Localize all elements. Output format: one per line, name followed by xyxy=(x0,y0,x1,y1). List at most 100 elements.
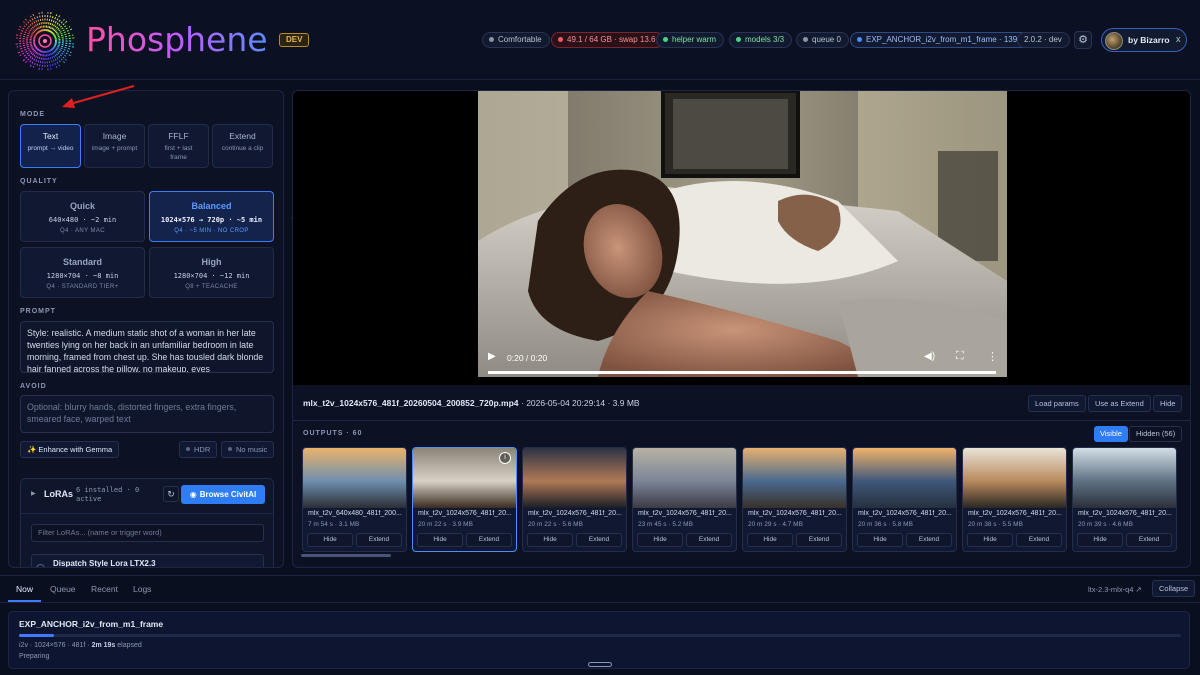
more-options-icon[interactable]: ⋮ xyxy=(987,350,998,363)
globe-icon: ◉ xyxy=(189,490,197,499)
queue-chip[interactable]: queue 0 xyxy=(796,32,849,48)
thumbnail-image[interactable] xyxy=(523,448,626,508)
collapse-button[interactable]: Collapse xyxy=(1152,580,1196,597)
mode-subtitle: continue a clip xyxy=(221,145,264,152)
quality-balanced-button[interactable]: Balanced 1024×576 → 720p · ~5 min Q4 · ~… xyxy=(149,191,274,242)
lora-name: Dispatch Style Lora LTX2.3 xyxy=(53,559,156,568)
tab-hidden[interactable]: Hidden (56) xyxy=(1129,426,1183,442)
output-thumbnail-card[interactable]: mlx_t2v_1024x576_481f_20... 20 m 22 s · 5… xyxy=(522,447,627,552)
quality-meta: 1024×576 → 720p · ~5 min xyxy=(160,216,263,224)
music-toggle[interactable]: No music xyxy=(221,441,275,458)
hide-file-button[interactable]: Hide xyxy=(1153,395,1183,412)
helper-chip-label: helper warm xyxy=(672,35,717,44)
prompt-textarea[interactable]: Style: realistic. A medium static shot o… xyxy=(20,321,274,373)
thumbnail-meta: 23 m 45 s · 5.2 MB xyxy=(638,521,693,528)
density-chip[interactable]: Comfortable xyxy=(482,32,550,48)
thumbnail-meta: 20 m 38 s · 5.5 MB xyxy=(968,521,1023,528)
thumbnail-hide-button[interactable]: Hide xyxy=(637,533,683,547)
thumbnail-extend-button[interactable]: Extend xyxy=(576,533,622,547)
thumbnail-extend-button[interactable]: Extend xyxy=(796,533,842,547)
resize-handle[interactable] xyxy=(588,662,612,667)
output-thumbnail-card[interactable]: i mlx_t2v_1024x576_481f_20... 20 m 22 s · … xyxy=(412,447,517,552)
thumbnail-image[interactable] xyxy=(303,448,406,508)
thumbnail-extend-button[interactable]: Extend xyxy=(466,533,512,547)
tab-queue[interactable]: Queue xyxy=(50,584,76,594)
thumbnail-image[interactable] xyxy=(853,448,956,508)
thumbnail-hide-button[interactable]: Hide xyxy=(1077,533,1123,547)
avoid-textarea[interactable]: Optional: blurry hands, distorted finger… xyxy=(20,395,274,433)
settings-button[interactable]: ⚙ xyxy=(1074,31,1092,49)
output-thumbnail-card[interactable]: mlx_t2v_1024x576_481f_20... 20 m 29 s · 4… xyxy=(742,447,847,552)
quality-title: Balanced xyxy=(191,201,232,211)
tab-recent[interactable]: Recent xyxy=(91,584,118,594)
quality-standard-button[interactable]: Standard 1280×704 · ~8 min Q4 · STANDARD… xyxy=(20,247,145,298)
thumbnail-image[interactable] xyxy=(1073,448,1176,508)
output-thumbnail-card[interactable]: mlx_t2v_640x480_481f_200... 7 m 54 s · 3.… xyxy=(302,447,407,552)
thumbnail-hide-button[interactable]: Hide xyxy=(747,533,793,547)
video-seek-track[interactable] xyxy=(488,371,996,374)
thumbnail-extend-button[interactable]: Extend xyxy=(906,533,952,547)
chevron-right-icon[interactable]: ▶ xyxy=(31,490,36,497)
output-thumbnail-card[interactable]: mlx_t2v_1024x576_481f_20... 20 m 38 s · 5… xyxy=(962,447,1067,552)
video-frame[interactable] xyxy=(478,91,1007,377)
enhance-with-gemma-button[interactable]: ✨ Enhance with Gemma xyxy=(20,441,120,458)
tab-now[interactable]: Now xyxy=(16,584,33,594)
job-meta-prefix: i2v · 1024×576 · 481f · xyxy=(19,642,92,649)
thumbnail-hide-button[interactable]: Hide xyxy=(417,533,463,547)
thumbnail-hide-button[interactable]: Hide xyxy=(307,533,353,547)
mode-section-label: MODE xyxy=(20,111,45,118)
memory-chip[interactable]: 49.1 / 64 GB · swap 13.6 xyxy=(551,32,664,48)
output-thumbnail-card[interactable]: mlx_t2v_1024x576_481f_20... 20 m 39 s · 4… xyxy=(1072,447,1177,552)
thumbnail-hide-button[interactable]: Hide xyxy=(527,533,573,547)
thumbnail-name: mlx_t2v_640x480_481f_200... xyxy=(308,510,402,517)
quality-sub: Q8 + TEACACHE xyxy=(185,284,238,290)
browse-civitai-button[interactable]: ◉ Browse CivitAI xyxy=(181,485,265,504)
current-job-card: EXP_ANCHOR_i2v_from_m1_frame i2v · 1024×… xyxy=(8,611,1190,669)
refresh-icon: ↻ xyxy=(167,489,175,499)
loras-title: LoRAs xyxy=(44,489,73,499)
thumbnail-extend-button[interactable]: Extend xyxy=(356,533,402,547)
mode-title: Extend xyxy=(229,131,256,141)
active-job-chip[interactable]: EXP_ANCHOR_i2v_from_m1_frame · 139s xyxy=(850,32,1030,48)
models-chip[interactable]: models 3/3 xyxy=(729,32,793,48)
quality-quick-button[interactable]: Quick 640×480 · ~2 min Q4 · ANY MAC xyxy=(20,191,145,242)
helper-chip[interactable]: helper warm xyxy=(656,32,725,48)
annotation-arrow xyxy=(62,85,135,108)
mode-fflf-button[interactable]: FFLF first + last frame xyxy=(148,124,209,168)
thumbnail-extend-button[interactable]: Extend xyxy=(686,533,732,547)
quality-high-button[interactable]: High 1280×704 · ~12 min Q8 + TEACACHE xyxy=(149,247,274,298)
model-link[interactable]: ltx-2.3-mlx-q4 ↗ xyxy=(1088,585,1142,594)
hdr-toggle[interactable]: HDR xyxy=(179,441,218,458)
video-player[interactable]: ▶ 0:20 / 0:20 ◀) ⛶ ⋮ xyxy=(293,91,1190,385)
thumbnail-hide-button[interactable]: Hide xyxy=(967,533,1013,547)
play-icon[interactable]: ▶ xyxy=(488,351,496,362)
volume-icon[interactable]: ◀) xyxy=(924,351,935,362)
thumbnail-extend-button[interactable]: Extend xyxy=(1126,533,1172,547)
thumbnail-image[interactable] xyxy=(633,448,736,508)
thumbnail-hide-button[interactable]: Hide xyxy=(857,533,903,547)
lora-toggle-icon[interactable] xyxy=(36,564,45,567)
tab-logs[interactable]: Logs xyxy=(133,584,151,594)
fullscreen-icon[interactable]: ⛶ xyxy=(956,350,964,363)
load-params-button[interactable]: Load params xyxy=(1028,395,1086,412)
thumbnail-image[interactable] xyxy=(743,448,846,508)
phosphene-logo-icon xyxy=(14,10,76,72)
tab-visible[interactable]: Visible xyxy=(1094,426,1128,442)
user-menu[interactable]: by Bizarro x xyxy=(1101,28,1187,52)
use-as-extend-button[interactable]: Use as Extend xyxy=(1088,395,1151,412)
output-thumbnail-card[interactable]: mlx_t2v_1024x576_481f_20... 23 m 45 s · 5… xyxy=(632,447,737,552)
lora-list-item[interactable]: Dispatch Style Lora LTX2.3 xyxy=(31,554,264,568)
close-icon[interactable]: x xyxy=(1176,34,1181,44)
file-info-bar: mlx_t2v_1024x576_481f_20260504_200852_72… xyxy=(293,385,1190,421)
output-thumbnail-card[interactable]: mlx_t2v_1024x576_481f_20... 20 m 36 s · 5… xyxy=(852,447,957,552)
thumbnail-image[interactable] xyxy=(963,448,1066,508)
mode-image-button[interactable]: Image image + prompt xyxy=(84,124,145,168)
video-still-image xyxy=(478,91,1007,377)
thumbnail-extend-button[interactable]: Extend xyxy=(1016,533,1062,547)
gallery-scrollbar[interactable] xyxy=(301,554,391,557)
info-icon[interactable]: i xyxy=(499,452,511,464)
mode-extend-button[interactable]: Extend continue a clip xyxy=(212,124,273,168)
mode-text-button[interactable]: Text prompt → video xyxy=(20,124,81,168)
refresh-button[interactable]: ↻ xyxy=(163,486,179,502)
lora-filter-input[interactable]: Filter LoRAs... (name or trigger word) xyxy=(31,524,264,542)
